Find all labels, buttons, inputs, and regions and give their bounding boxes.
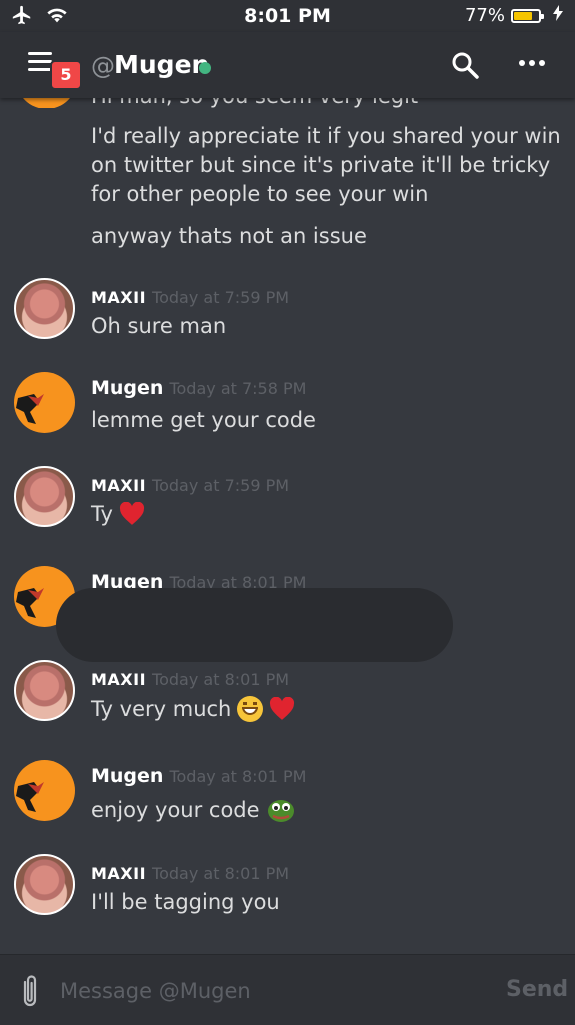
battery-percent: 77% xyxy=(464,5,505,26)
username[interactable]: MAXII Today at 8:01 PM xyxy=(91,864,289,883)
more-icon[interactable] xyxy=(519,60,545,66)
channel-header: 5 @ Mugen xyxy=(0,32,575,98)
avatar[interactable] xyxy=(14,372,75,433)
notification-badge: 5 xyxy=(50,60,82,90)
attachment-icon[interactable] xyxy=(18,973,42,1013)
battery-icon xyxy=(511,8,544,23)
search-icon[interactable] xyxy=(450,50,480,84)
message-text: enjoy your code xyxy=(91,796,296,824)
username[interactable]: Mugen Today at 8:01 PM xyxy=(91,765,306,787)
timestamp: Today at 8:01 PM xyxy=(169,767,307,786)
avatar[interactable] xyxy=(16,98,76,108)
message-text: Oh sure man xyxy=(91,314,227,338)
timestamp: Today at 7:59 PM xyxy=(152,288,290,307)
avatar[interactable] xyxy=(14,854,75,915)
message-text: I'd really appreciate it if you shared y… xyxy=(91,124,561,206)
username[interactable]: MAXII Today at 7:59 PM xyxy=(91,288,289,307)
username[interactable]: Mugen Today at 7:58 PM xyxy=(91,377,306,399)
online-status-indicator xyxy=(199,62,211,74)
username[interactable]: MAXII Today at 8:01 PM xyxy=(91,670,289,689)
charging-icon xyxy=(553,5,563,26)
page-title: Mugen xyxy=(114,50,210,79)
message-list[interactable]: Hi man, so you seem very legit I'd reall… xyxy=(0,98,575,954)
message-text: Ty xyxy=(91,502,145,526)
send-button[interactable]: Send xyxy=(506,977,568,1002)
timestamp: Today at 8:01 PM xyxy=(152,864,290,883)
avatar[interactable] xyxy=(14,760,75,821)
message-text: anyway thats not an issue xyxy=(91,224,367,248)
message-text: Hi man, so you seem very legit xyxy=(91,98,561,111)
pepe-emoji-icon xyxy=(267,800,294,822)
avatar[interactable] xyxy=(14,278,75,339)
timestamp: Today at 7:58 PM xyxy=(169,379,307,398)
status-bar: 8:01 PM 77% xyxy=(0,0,575,32)
grinning-emoji-icon xyxy=(237,696,264,722)
message-text: I'll be tagging you xyxy=(91,890,280,914)
message-input[interactable] xyxy=(58,975,482,1007)
avatar[interactable] xyxy=(14,660,75,721)
heart-emoji-icon xyxy=(270,697,295,720)
heart-emoji-icon xyxy=(119,502,145,525)
message-text: Ty very much xyxy=(91,696,295,722)
avatar[interactable] xyxy=(14,466,75,527)
timestamp: Today at 8:01 PM xyxy=(152,670,290,689)
message-composer: Send xyxy=(0,954,575,1025)
timestamp: Today at 7:59 PM xyxy=(152,476,290,495)
message-text: lemme get your code xyxy=(91,408,316,432)
username[interactable]: MAXII Today at 7:59 PM xyxy=(91,476,289,495)
redacted-message xyxy=(56,588,453,662)
at-symbol: @ xyxy=(91,52,115,80)
